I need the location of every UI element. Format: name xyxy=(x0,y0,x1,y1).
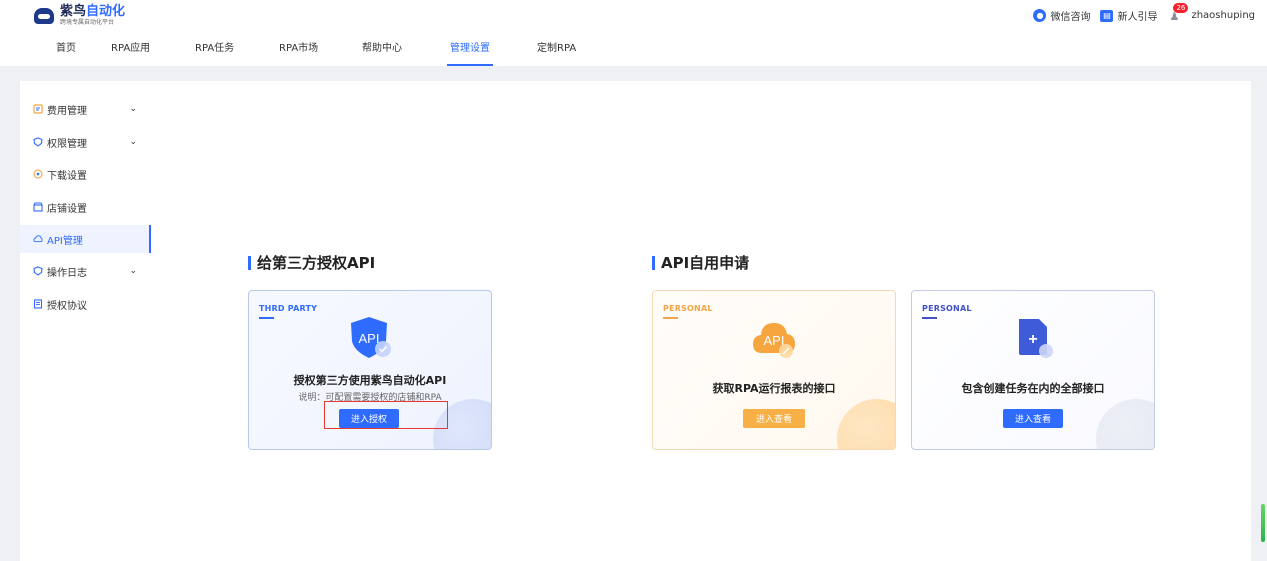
chevron-down-icon: ⌄ xyxy=(129,137,137,147)
sidebar-item-api-management[interactable]: API管理 xyxy=(20,225,151,253)
wechat-consult-link[interactable]: ● 微信咨询 xyxy=(1033,8,1090,23)
cloud-icon xyxy=(33,234,43,244)
notifications[interactable]: ♟ 26 xyxy=(1167,2,1189,23)
notification-badge: 26 xyxy=(1173,2,1189,13)
card-tag: PERSONAL xyxy=(663,304,713,319)
header-actions: ● 微信咨询 ▤ 新人引导 ♟ 26 zhaoshuping xyxy=(1033,2,1255,23)
section-title-third-party: 给第三方授权API xyxy=(248,254,375,272)
nav-home[interactable]: 首页 xyxy=(56,38,76,66)
plus-icon-text: + xyxy=(1028,331,1037,348)
download-icon xyxy=(33,169,43,179)
sidebar-item-billing[interactable]: 费用管理 ⌄ xyxy=(20,95,151,123)
sidebar-item-download-settings[interactable]: 下载设置 xyxy=(20,160,151,188)
decorative-circle xyxy=(1096,399,1154,449)
highlight-box xyxy=(324,401,448,429)
shield-icon xyxy=(33,266,43,276)
newbie-guide-link[interactable]: ▤ 新人引导 xyxy=(1100,8,1157,23)
sidebar-item-store-settings[interactable]: 店铺设置 xyxy=(20,193,151,221)
store-icon xyxy=(33,202,43,212)
card-title: 授权第三方使用紫鸟自动化API xyxy=(293,374,447,387)
sidebar-item-authorization-agreement[interactable]: 授权协议 xyxy=(20,290,151,318)
section-title-self-use: API自用申请 xyxy=(652,254,749,272)
nav-rpa-market[interactable]: RPA市场 xyxy=(279,38,318,66)
api-shield-icon: API xyxy=(346,313,396,361)
guide-icon: ▤ xyxy=(1100,9,1114,22)
api-icon-text: API xyxy=(359,331,380,346)
nav-rpa-tasks[interactable]: RPA任务 xyxy=(195,38,234,66)
decorative-circle xyxy=(837,399,895,449)
card-rpa-report-api: PERSONAL API 获取RPA运行报表的接口 进入查看 xyxy=(652,290,896,450)
nav-custom-rpa[interactable]: 定制RPA xyxy=(537,38,576,66)
chevron-down-icon: ⌄ xyxy=(129,104,137,114)
username: zhaoshuping xyxy=(1191,10,1255,21)
sidebar-item-operation-logs[interactable]: 操作日志 ⌄ xyxy=(20,257,151,285)
card-all-apis: PERSONAL + 包含创建任务在内的全部接口 进入查看 xyxy=(911,290,1155,450)
bill-icon xyxy=(33,104,43,114)
top-header: 紫鸟自动化 跨境专属自动化平台 首页 RPA应用 RPA任务 RPA市场 帮助中… xyxy=(0,0,1267,66)
nav-rpa-apps[interactable]: RPA应用 xyxy=(111,38,150,66)
view-rpa-report-api-button[interactable]: 进入查看 xyxy=(743,409,805,428)
api-cloud-icon: API xyxy=(750,313,800,361)
logo-subtitle: 跨境专属自动化平台 xyxy=(60,19,115,26)
shield-icon xyxy=(33,137,43,147)
wechat-icon: ● xyxy=(1033,9,1047,22)
view-all-apis-button[interactable]: 进入查看 xyxy=(1003,409,1063,428)
scrollbar-thumb[interactable] xyxy=(1261,504,1265,542)
card-tag: THRD PARTY xyxy=(259,304,318,319)
nav-help-center[interactable]: 帮助中心 xyxy=(362,38,402,66)
card-title: 包含创建任务在内的全部接口 xyxy=(961,382,1105,395)
sidebar: 费用管理 ⌄ 权限管理 ⌄ 下载设置 店铺设置 API管理 操作日志 ⌄ 授权协… xyxy=(20,81,151,561)
bell-icon: ♟ 26 xyxy=(1167,2,1189,23)
card-title: 获取RPA运行报表的接口 xyxy=(712,382,836,395)
main-content: 给第三方授权API API自用申请 THRD PARTY API 授权第三方使用… xyxy=(151,81,1251,561)
card-tag: PERSONAL xyxy=(922,304,972,319)
sidebar-item-permissions[interactable]: 权限管理 ⌄ xyxy=(20,128,151,156)
api-icon-text: API xyxy=(764,333,785,348)
chevron-down-icon: ⌄ xyxy=(129,266,137,276)
document-icon xyxy=(33,299,43,309)
user-menu[interactable]: zhaoshuping xyxy=(1191,10,1255,21)
logo-title: 紫鸟自动化 xyxy=(60,4,126,19)
bird-logo-icon xyxy=(34,7,54,24)
app-logo[interactable]: 紫鸟自动化 跨境专属自动化平台 xyxy=(34,4,125,27)
add-document-icon: + xyxy=(1009,313,1059,361)
nav-management-settings[interactable]: 管理设置 xyxy=(447,38,493,66)
